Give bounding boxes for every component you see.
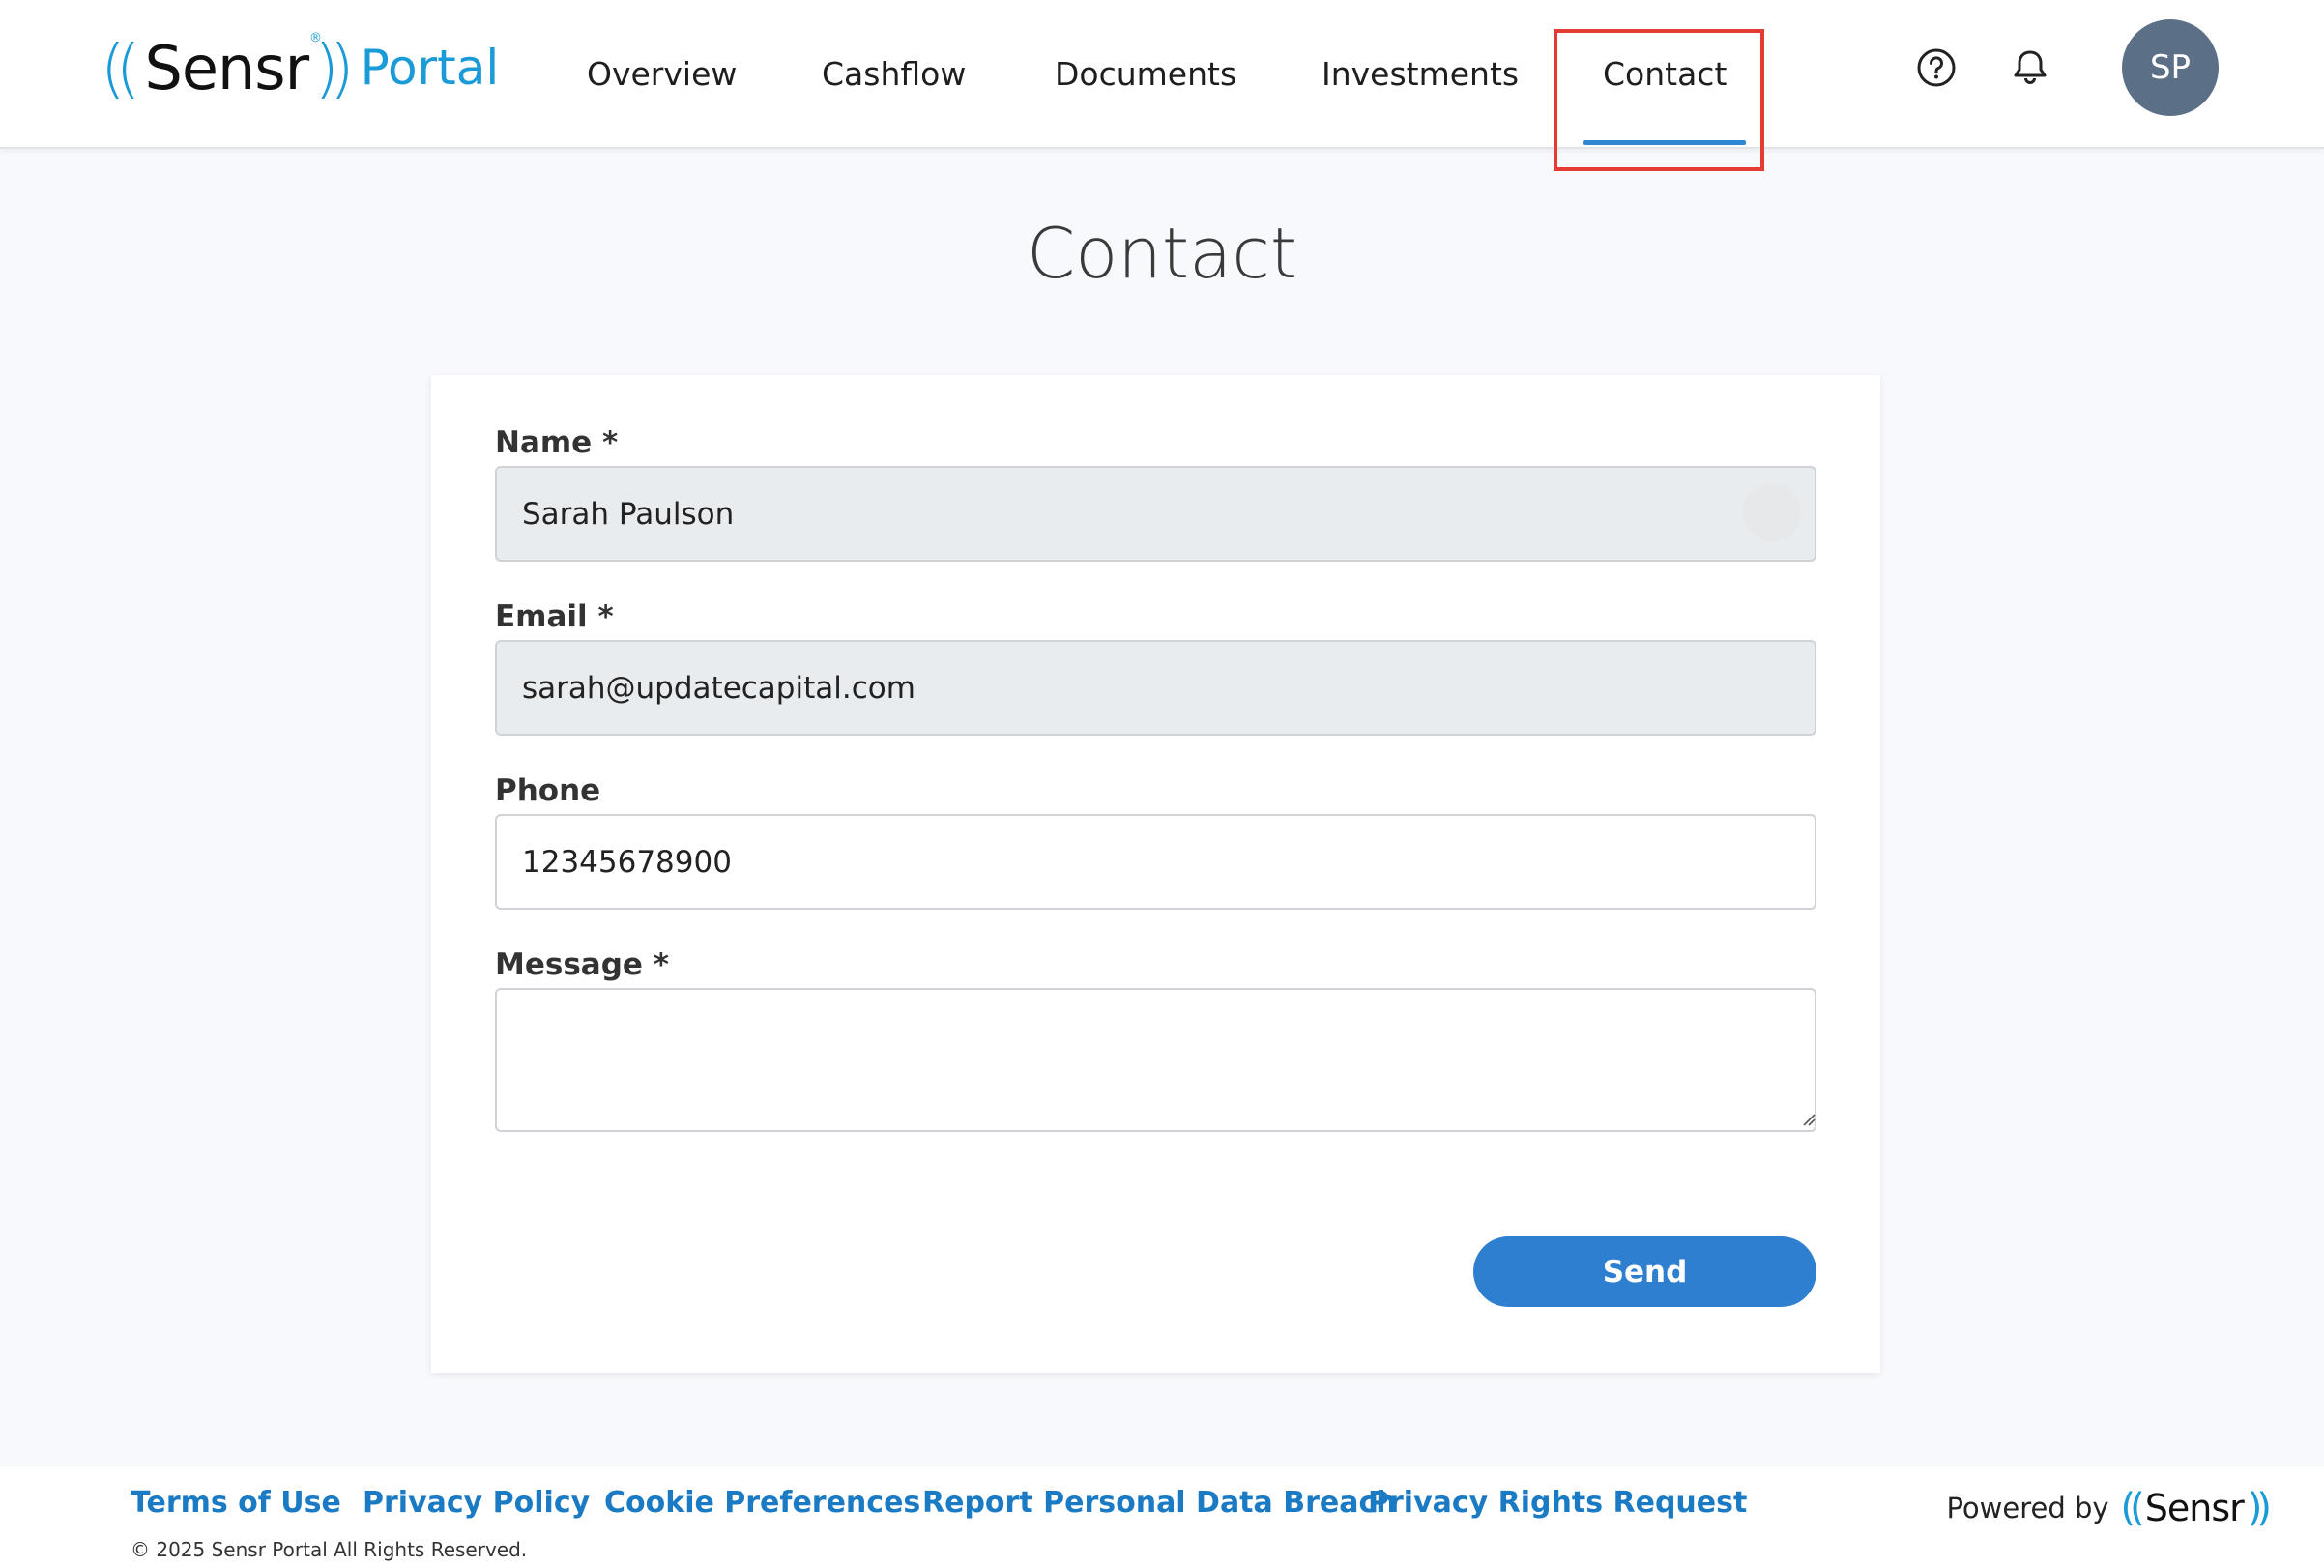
nav-overview[interactable]: Overview: [587, 0, 737, 147]
powered-logo-right-waves: )): [2247, 1486, 2272, 1530]
logo-registered-mark: ®: [309, 31, 322, 45]
resize-grip-icon[interactable]: [1800, 1111, 1816, 1126]
active-tab-indicator: [1583, 140, 1747, 145]
nav-contact-label: Contact: [1603, 54, 1728, 93]
user-avatar[interactable]: SP: [2122, 19, 2219, 116]
top-header: (( Sensr ® )) Portal Overview Cashflow D…: [0, 0, 2324, 149]
copyright-text: © 2025 Sensr Portal All Rights Reserved.: [131, 1538, 528, 1561]
powered-by-sensr[interactable]: Powered by (( Sensr )): [1946, 1486, 2272, 1530]
powered-logo-left-waves: ((: [2120, 1486, 2145, 1530]
send-button[interactable]: Send: [1473, 1236, 1816, 1307]
contact-form-card: Name * Email * Phone Message * Send: [431, 375, 1880, 1373]
nav-cashflow[interactable]: Cashflow: [822, 0, 966, 147]
message-label: Message *: [495, 947, 669, 982]
email-field[interactable]: [495, 640, 1816, 736]
nav-investments-label: Investments: [1322, 54, 1520, 93]
powered-by-label: Powered by: [1946, 1492, 2109, 1524]
terms-of-use-link[interactable]: Terms of Use: [131, 1486, 341, 1520]
nav-contact[interactable]: Contact: [1583, 0, 1747, 147]
help-button[interactable]: [1913, 44, 1960, 91]
privacy-policy-link[interactable]: Privacy Policy: [363, 1486, 590, 1520]
nav-documents-label: Documents: [1055, 54, 1237, 93]
name-field[interactable]: [495, 466, 1816, 562]
phone-field[interactable]: [495, 814, 1816, 910]
page-title: Contact: [1026, 213, 1298, 294]
page-footer: Terms of Use Privacy Policy Cookie Prefe…: [0, 1466, 2324, 1568]
question-circle-icon: [1917, 48, 1956, 87]
privacy-rights-request-link[interactable]: Privacy Rights Request: [1368, 1486, 1747, 1520]
field-autofill-icon: [1743, 483, 1801, 541]
bell-icon: [2014, 50, 2047, 84]
nav-documents[interactable]: Documents: [1055, 0, 1236, 147]
nav-investments[interactable]: Investments: [1322, 0, 1519, 147]
powered-logo-brand: Sensr: [2144, 1487, 2245, 1529]
logo-product: Portal: [360, 40, 500, 96]
message-field[interactable]: [495, 988, 1816, 1132]
logo-left-waves: ((: [101, 30, 140, 105]
email-label: Email *: [495, 599, 614, 634]
sensr-portal-logo[interactable]: (( Sensr ® )) Portal: [101, 29, 499, 106]
name-label: Name *: [495, 425, 619, 460]
report-data-breach-link[interactable]: Report Personal Data Breach: [922, 1486, 1397, 1520]
avatar-initials: SP: [2149, 48, 2192, 87]
cookie-preferences-link[interactable]: Cookie Preferences: [604, 1486, 920, 1520]
phone-label: Phone: [495, 773, 601, 808]
nav-overview-label: Overview: [587, 54, 738, 93]
nav-cashflow-label: Cashflow: [822, 54, 967, 93]
notifications-button[interactable]: [2007, 44, 2053, 91]
logo-brand: Sensr: [144, 32, 310, 103]
